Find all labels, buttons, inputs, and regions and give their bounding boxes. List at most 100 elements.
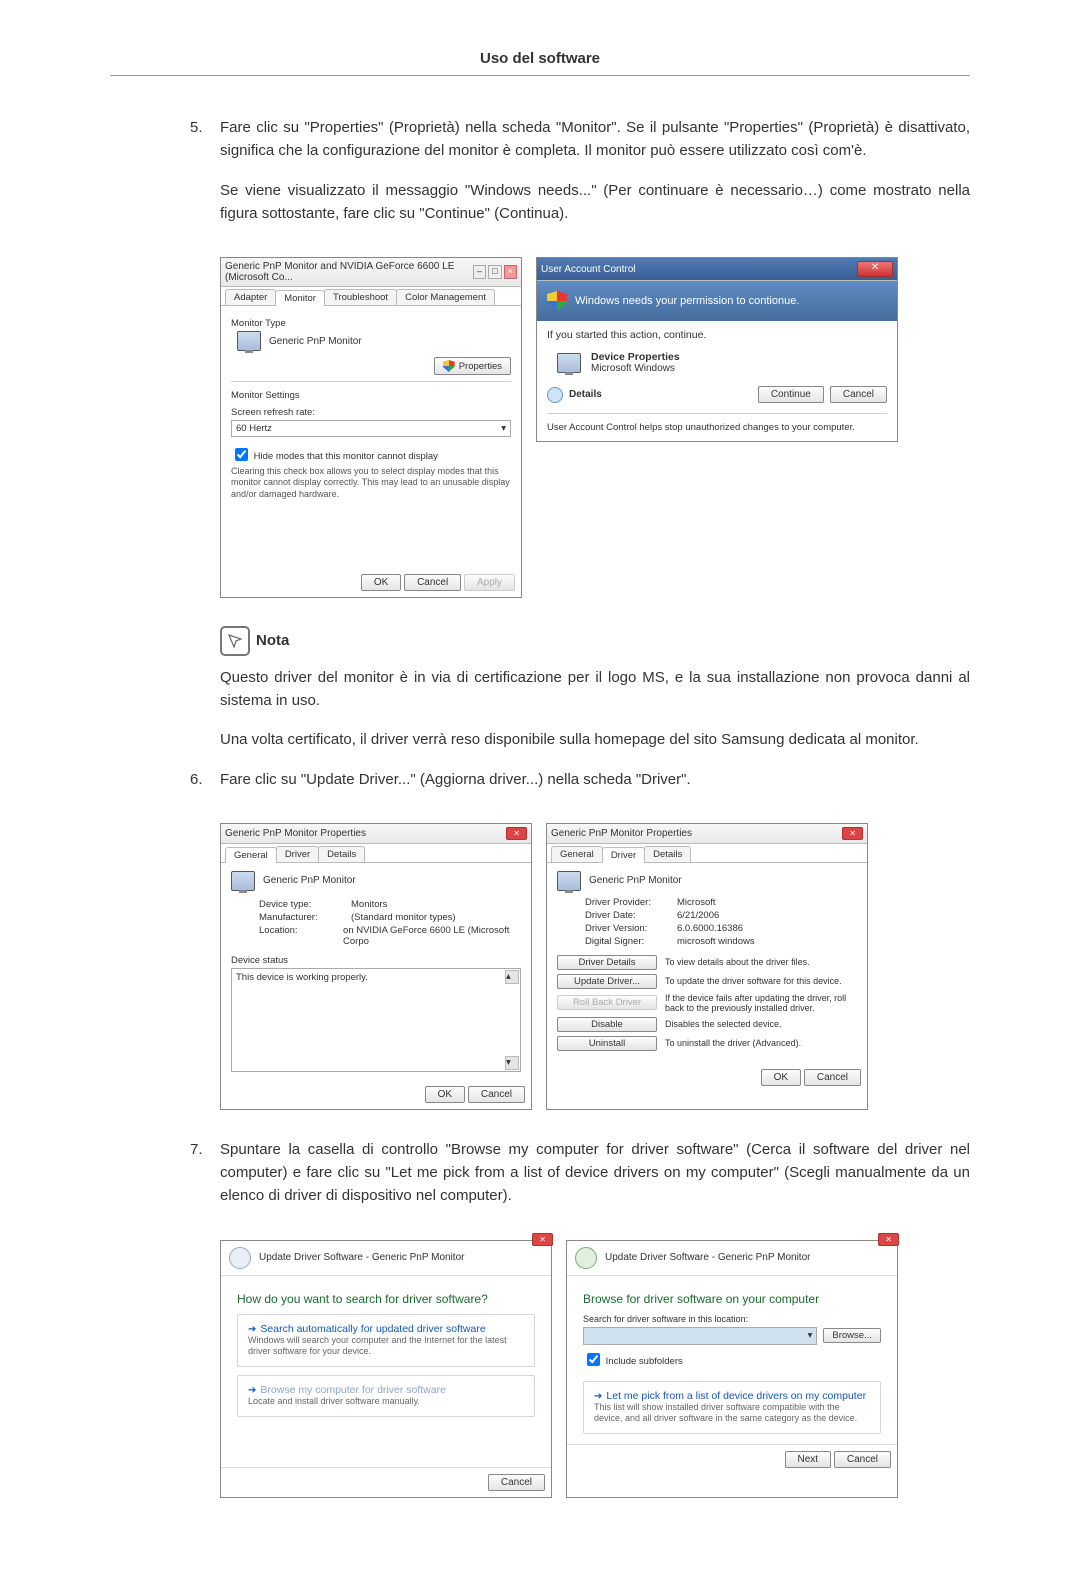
close-button[interactable]: ✕	[857, 261, 893, 277]
close-button[interactable]: ✕	[842, 827, 863, 840]
figure-general-driver: Generic PnP Monitor Properties ✕ General…	[220, 823, 970, 1110]
chevron-down-icon[interactable]	[547, 387, 563, 403]
tab-color-management[interactable]: Color Management	[396, 289, 495, 305]
label-device-type: Device type:	[259, 899, 351, 910]
option-description: Windows will search your computer and th…	[248, 1335, 524, 1358]
update-driver-desc: To update the driver software for this d…	[665, 976, 857, 986]
page-title: Uso del software	[110, 50, 970, 76]
tab-row: Adapter Monitor Troubleshoot Color Manag…	[221, 287, 521, 306]
value-driver-version: 6.0.6000.16386	[677, 923, 743, 934]
apply-button[interactable]: Apply	[464, 574, 515, 591]
step-5-para-1: Fare clic su "Properties" (Proprietà) ne…	[220, 116, 970, 163]
scroll-up[interactable]: ▴	[505, 970, 519, 984]
location-combobox[interactable]: ▾	[583, 1327, 817, 1345]
note-para-1: Questo driver del monitor è in via di ce…	[220, 666, 970, 713]
maximize-button[interactable]: □	[488, 265, 501, 279]
step-7-para-1: Spuntare la casella di controllo "Browse…	[220, 1138, 970, 1208]
disable-button[interactable]: Disable	[557, 1017, 657, 1032]
close-button[interactable]: ×	[504, 265, 517, 279]
refresh-rate-value: 60 Hertz	[236, 423, 272, 434]
window-title: User Account Control	[541, 264, 636, 275]
minimize-button[interactable]: –	[473, 265, 486, 279]
wizard-heading: Browse for driver software on your compu…	[583, 1292, 881, 1306]
close-button[interactable]: ✕	[506, 827, 527, 840]
refresh-rate-label: Screen refresh rate:	[231, 407, 511, 418]
tab-adapter[interactable]: Adapter	[225, 289, 276, 305]
cancel-button[interactable]: Cancel	[830, 386, 887, 403]
ok-button[interactable]: OK	[361, 574, 401, 591]
close-button[interactable]: ✕	[878, 1233, 899, 1246]
label-driver-version: Driver Version:	[585, 923, 677, 934]
cancel-button[interactable]: Cancel	[804, 1069, 861, 1086]
tab-driver[interactable]: Driver	[602, 847, 645, 863]
back-button[interactable]	[575, 1247, 597, 1269]
close-button[interactable]: ✕	[532, 1233, 553, 1246]
update-driver-button[interactable]: Update Driver...	[557, 974, 657, 989]
tab-driver[interactable]: Driver	[276, 846, 319, 862]
window-title: Generic PnP Monitor Properties	[225, 828, 366, 839]
shield-icon	[443, 360, 455, 372]
dialog-uac: User Account Control ✕ Windows needs you…	[536, 257, 898, 442]
step-6: 6. Fare clic su "Update Driver..." (Aggi…	[190, 768, 970, 807]
step-number: 7.	[190, 1138, 220, 1224]
browse-button[interactable]: Browse...	[823, 1328, 881, 1343]
wizard-heading: How do you want to search for driver sof…	[237, 1292, 535, 1306]
back-button[interactable]	[229, 1247, 251, 1269]
cancel-button[interactable]: Cancel	[834, 1451, 891, 1468]
breadcrumb: Update Driver Software - Generic PnP Mon…	[259, 1252, 464, 1263]
option-browse-computer[interactable]: ➔Browse my computer for driver software …	[237, 1375, 535, 1417]
tab-troubleshoot[interactable]: Troubleshoot	[324, 289, 397, 305]
tab-monitor[interactable]: Monitor	[275, 290, 325, 306]
option-title: Browse my computer for driver software	[260, 1384, 446, 1396]
scroll-down[interactable]: ▾	[505, 1056, 519, 1070]
value-manufacturer: (Standard monitor types)	[351, 912, 456, 923]
refresh-rate-select[interactable]: 60 Hertz▾	[231, 420, 511, 437]
cancel-button[interactable]: Cancel	[488, 1474, 545, 1491]
driver-details-desc: To view details about the driver files.	[665, 957, 857, 967]
chevron-down-icon: ▾	[808, 1330, 813, 1342]
device-name: Generic PnP Monitor	[263, 875, 356, 886]
details-toggle[interactable]: Details	[569, 389, 602, 400]
wizard-search-method: ✕ Update Driver Software - Generic PnP M…	[220, 1240, 552, 1498]
figure-monitor-uac: Generic PnP Monitor and NVIDIA GeForce 6…	[220, 257, 970, 598]
tab-general[interactable]: General	[551, 846, 603, 862]
driver-details-button[interactable]: Driver Details	[557, 955, 657, 970]
next-button[interactable]: Next	[785, 1451, 832, 1468]
continue-button[interactable]: Continue	[758, 386, 824, 403]
ok-button[interactable]: OK	[761, 1069, 801, 1086]
device-name: Generic PnP Monitor	[589, 875, 682, 886]
option-search-automatically[interactable]: ➔Search automatically for updated driver…	[237, 1314, 535, 1367]
uac-banner-text: Windows needs your permission to contion…	[575, 295, 799, 307]
ok-button[interactable]: OK	[425, 1086, 465, 1103]
uninstall-button[interactable]: Uninstall	[557, 1036, 657, 1051]
include-subfolders-label: Include subfolders	[606, 1356, 683, 1367]
tab-general[interactable]: General	[225, 847, 277, 863]
label-digital-signer: Digital Signer:	[585, 936, 677, 947]
tab-details[interactable]: Details	[644, 846, 691, 862]
include-subfolders-checkbox[interactable]: Include subfolders	[583, 1356, 683, 1367]
dialog-device-driver: Generic PnP Monitor Properties ✕ General…	[546, 823, 868, 1110]
step-5-para-2: Se viene visualizzato il messaggio "Wind…	[220, 179, 970, 226]
option-pick-from-list[interactable]: ➔Let me pick from a list of device drive…	[583, 1381, 881, 1434]
device-status-label: Device status	[231, 955, 521, 966]
option-title: Let me pick from a list of device driver…	[606, 1390, 866, 1402]
hide-modes-checkbox[interactable]: Hide modes that this monitor cannot disp…	[231, 451, 438, 462]
rollback-driver-button[interactable]: Roll Back Driver	[557, 995, 657, 1010]
wizard-header: Update Driver Software - Generic PnP Mon…	[567, 1241, 897, 1276]
tab-details[interactable]: Details	[318, 846, 365, 862]
cancel-button[interactable]: Cancel	[404, 574, 461, 591]
value-device-type: Monitors	[351, 899, 387, 910]
monitor-icon	[557, 871, 581, 891]
rollback-driver-desc: If the device fails after updating the d…	[665, 993, 857, 1013]
note-label: Nota	[256, 632, 289, 649]
properties-button[interactable]: Properties	[434, 357, 511, 375]
option-title: Search automatically for updated driver …	[260, 1323, 485, 1335]
cancel-button[interactable]: Cancel	[468, 1086, 525, 1103]
uac-item-publisher: Microsoft Windows	[591, 363, 680, 374]
location-label: Search for driver software in this locat…	[583, 1314, 881, 1324]
monitor-icon	[237, 331, 261, 351]
uac-started-text: If you started this action, continue.	[547, 329, 887, 341]
note-para-2: Una volta certificato, il driver verrà r…	[220, 728, 970, 751]
figure-wizard: ✕ Update Driver Software - Generic PnP M…	[220, 1240, 970, 1498]
titlebar: Generic PnP Monitor and NVIDIA GeForce 6…	[221, 258, 521, 287]
